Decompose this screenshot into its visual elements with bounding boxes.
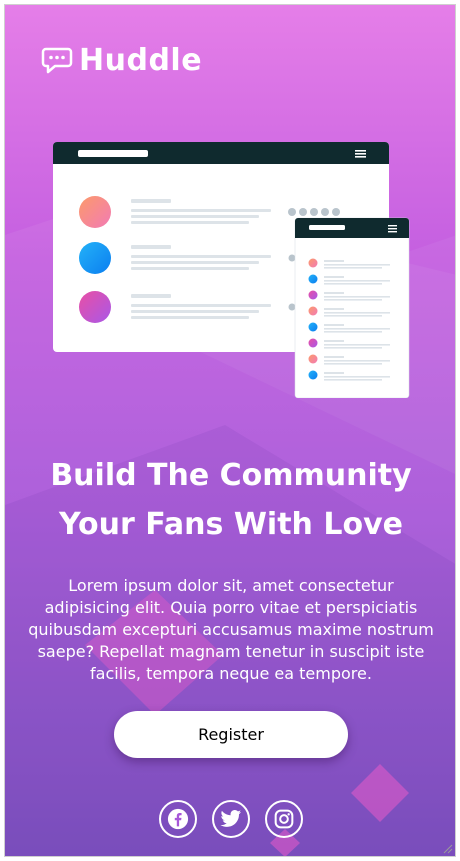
hero-description: Lorem ipsum dolor sit, amet consectetur …: [28, 576, 434, 683]
hero-illustration: [53, 142, 410, 398]
headline-line-2: Your Fans With Love: [59, 507, 403, 542]
instagram-icon: [274, 809, 294, 829]
resize-handle[interactable]: [443, 844, 453, 854]
facebook-icon: [167, 808, 189, 830]
brand-name: Huddle: [79, 43, 203, 78]
facebook-link[interactable]: [159, 800, 197, 838]
twitter-link[interactable]: [212, 800, 250, 838]
chat-bubble-icon: [41, 47, 73, 73]
brand-logo[interactable]: Huddle: [41, 43, 202, 78]
headline-line-1: Build The Community: [50, 458, 412, 493]
instagram-link[interactable]: [265, 800, 303, 838]
page-frame: Huddle Build The Community Your Fans Wit…: [4, 4, 456, 857]
twitter-icon: [220, 810, 242, 827]
hero-headline: Build The Community Your Fans With Love: [5, 451, 455, 549]
register-button[interactable]: Register: [114, 711, 348, 758]
social-links: [159, 800, 303, 838]
